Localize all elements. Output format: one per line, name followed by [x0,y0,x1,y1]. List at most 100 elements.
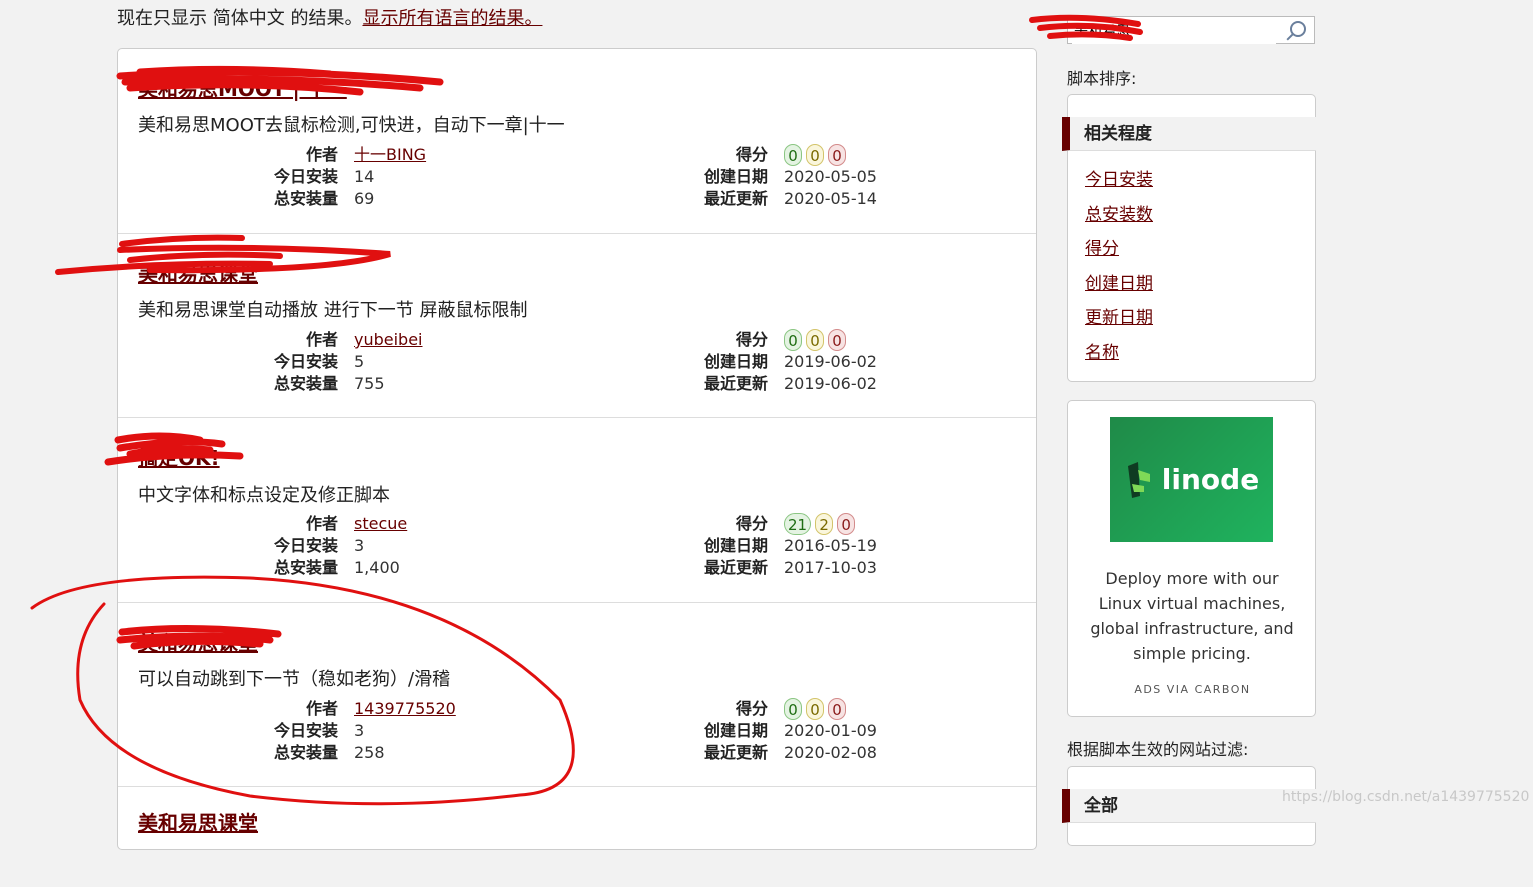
created-date: 2020-05-05 [784,167,877,186]
author-link[interactable]: stecue [354,514,407,533]
site-filter-label: 根据脚本生效的网站过滤: [1067,740,1249,759]
total-installs-label: 总安装量 [273,374,338,393]
script-title-link[interactable]: 美和易思MOOT | 十一 [138,73,347,102]
daily-installs-label: 今日安装 [273,167,338,186]
daily-installs-label: 今日安装 [273,721,338,740]
created-date: 2016-05-19 [784,536,877,555]
rating-badges: 21 2 0 [784,513,856,535]
daily-installs-value: 5 [354,352,365,371]
total-installs-value: 755 [354,374,385,393]
created-label: 创建日期 [703,352,768,371]
daily-installs-label: 今日安装 [273,352,338,371]
total-installs-value: 258 [354,743,385,762]
daily-installs-value: 14 [354,167,375,186]
created-date: 2020-01-09 [784,721,877,740]
sort-option-name[interactable]: 名称 [1085,338,1119,363]
score-label: 得分 [735,514,768,533]
author-label: 作者 [305,330,338,349]
sort-option-total-installs[interactable]: 总安装数 [1085,200,1153,225]
rating-ok-badge: 0 [806,144,824,166]
total-installs-label: 总安装量 [273,189,338,208]
author-label: 作者 [305,699,338,718]
updated-label: 最近更新 [703,743,768,762]
rating-ok-badge: 0 [806,329,824,351]
script-description: 中文字体和标点设定及修正脚本 [138,485,390,506]
created-label: 创建日期 [703,167,768,186]
script-list-item: 美和易思课堂 [118,787,1036,887]
author-link[interactable]: 十一BING [354,145,426,164]
rating-bad-badge: 0 [837,513,856,535]
sort-option-updated[interactable]: 更新日期 [1085,303,1153,328]
sort-option-created[interactable]: 创建日期 [1085,269,1153,294]
rating-good-badge: 0 [784,144,802,166]
rating-ok-badge: 2 [815,513,834,535]
script-list-item: 美和易思课堂 可以自动跳到下一节（稳如老狗）/滑稽 作者 1439775520 今… [118,603,1036,787]
show-all-languages-link[interactable]: 显示所有语言的结果。 [362,8,542,29]
total-installs-value: 69 [354,189,375,208]
sort-options-box: 相关程度 今日安装 总安装数 得分 创建日期 更新日期 名称 [1062,94,1316,382]
daily-installs-label: 今日安装 [273,536,338,555]
updated-date: 2017-10-03 [784,558,877,577]
created-label: 创建日期 [703,536,768,555]
sort-label: 脚本排序: [1067,69,1137,88]
rating-good-badge: 0 [784,329,802,351]
script-title-link[interactable]: 美和易思课堂 [138,807,258,836]
language-notice-text: 现在只显示 简体中文 的结果。 [117,8,363,29]
script-list: 美和易思MOOT | 十一 美和易思MOOT去鼠标检测,可快进，自动下一章|十一… [117,48,1037,850]
script-list-item: 美和易思课堂 美和易思课堂自动播放 进行下一节 屏蔽鼠标限制 作者 yubeibe… [118,234,1036,418]
author-label: 作者 [305,514,338,533]
ad-box: linode Deploy more with our Linux virtua… [1067,400,1316,717]
rating-ok-badge: 0 [806,698,824,720]
updated-date: 2019-06-02 [784,374,877,393]
ad-text[interactable]: Deploy more with our Linux virtual machi… [1084,566,1300,666]
updated-label: 最近更新 [703,374,768,393]
script-description: 美和易思课堂自动播放 进行下一节 屏蔽鼠标限制 [138,300,528,321]
updated-label: 最近更新 [703,189,768,208]
created-date: 2019-06-02 [784,352,877,371]
score-label: 得分 [735,145,768,164]
ad-brand-name: linode [1161,463,1260,496]
sort-active-option[interactable]: 相关程度 [1062,117,1316,151]
search-icon[interactable] [1290,21,1306,37]
daily-installs-value: 3 [354,536,365,555]
score-label: 得分 [735,330,768,349]
language-notice: 现在只显示 简体中文 的结果。显示所有语言的结果。 [117,4,542,30]
search-box [1067,16,1315,44]
updated-date: 2020-02-08 [784,743,877,762]
created-label: 创建日期 [703,721,768,740]
script-description: 美和易思MOOT去鼠标检测,可快进，自动下一章|十一 [138,115,565,136]
rating-badges: 0 0 0 [784,329,846,351]
sort-option-score[interactable]: 得分 [1085,234,1119,259]
rating-bad-badge: 0 [828,698,846,720]
script-title-link[interactable]: 美和易思课堂 [138,627,258,656]
rating-bad-badge: 0 [828,144,846,166]
search-input[interactable] [1072,18,1276,44]
rating-good-badge: 0 [784,698,802,720]
total-installs-label: 总安装量 [273,743,338,762]
script-description: 可以自动跳到下一节（稳如老狗）/滑稽 [138,669,451,690]
ad-via-carbon[interactable]: ADS VIA CARBON [1068,683,1317,696]
rating-good-badge: 21 [784,513,812,535]
total-installs-value: 1,400 [354,558,400,577]
score-label: 得分 [735,699,768,718]
watermark: https://blog.csdn.net/a1439775520 [1282,789,1530,805]
linode-logo-icon [1127,461,1150,498]
daily-installs-value: 3 [354,721,365,740]
author-link[interactable]: yubeibei [354,330,423,349]
site-filter-box: 全部 [1062,766,1316,846]
sort-option-daily-installs[interactable]: 今日安装 [1085,165,1153,190]
script-list-item: 美和易思MOOT | 十一 美和易思MOOT去鼠标检测,可快进，自动下一章|十一… [118,49,1036,234]
rating-bad-badge: 0 [828,329,846,351]
rating-badges: 0 0 0 [784,144,846,166]
script-list-item: 搞定OK! 中文字体和标点设定及修正脚本 作者 stecue 今日安装 3 总安装量… [118,418,1036,603]
author-label: 作者 [305,145,338,164]
site-filter-active[interactable]: 全部 [1062,789,1316,823]
rating-badges: 0 0 0 [784,698,846,720]
updated-label: 最近更新 [703,558,768,577]
script-title-link[interactable]: 美和易思课堂 [138,258,258,287]
author-link[interactable]: 1439775520 [354,699,456,718]
script-title-link[interactable]: 搞定OK! [138,442,220,471]
linode-ad-image[interactable]: linode [1110,417,1273,542]
updated-date: 2020-05-14 [784,189,877,208]
total-installs-label: 总安装量 [273,558,338,577]
